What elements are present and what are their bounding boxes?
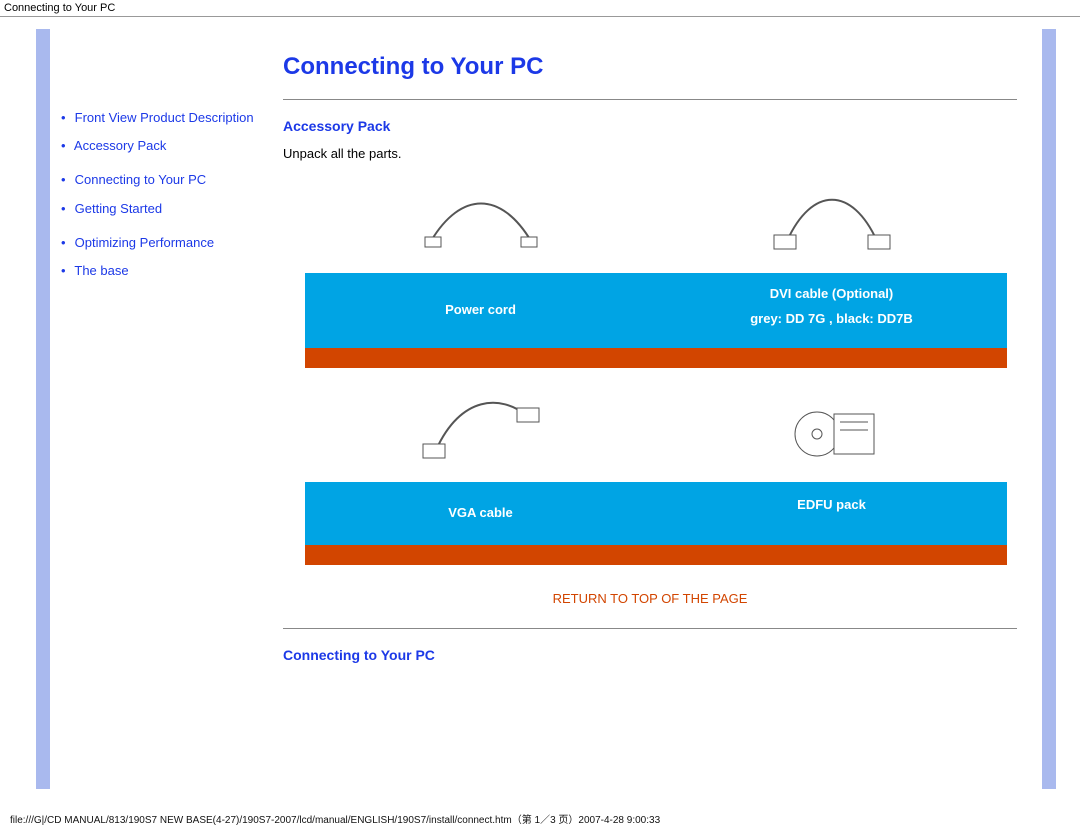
caption-dvi-line2: grey: DD 7G , black: DD7B xyxy=(666,310,997,329)
bullet-icon: • xyxy=(61,262,71,280)
caption-edfu-pack: EDFU pack xyxy=(656,482,1007,545)
orange-divider-2 xyxy=(305,545,1007,565)
rule xyxy=(283,99,1017,100)
img-power-cord xyxy=(305,179,656,267)
decor-bar-left xyxy=(36,29,50,789)
nav-getting-started[interactable]: • Getting Started xyxy=(61,200,261,218)
caption-vga-cable: VGA cable xyxy=(305,482,656,545)
grid-row-img-1 xyxy=(305,179,1007,273)
nav-base[interactable]: • The base xyxy=(61,262,261,280)
nav-label: Connecting to Your PC xyxy=(75,172,207,187)
power-cord-icon xyxy=(421,191,541,255)
return-to-top-link[interactable]: RETURN TO TOP OF THE PAGE xyxy=(553,591,748,606)
footer-file-path: file:///G|/CD MANUAL/813/190S7 NEW BASE(… xyxy=(6,809,664,828)
nav-label: Front View Product Description xyxy=(75,110,254,125)
accessory-grid: Power cord DVI cable (Optional) grey: DD… xyxy=(305,179,1007,565)
bullet-icon: • xyxy=(61,200,71,218)
nav-front-view[interactable]: • Front View Product Description xyxy=(61,109,261,127)
caption-dvi-line1: DVI cable (Optional) xyxy=(666,285,997,304)
nav-label: Accessory Pack xyxy=(74,138,166,153)
bullet-icon: • xyxy=(61,109,71,127)
vga-cable-icon xyxy=(421,400,541,464)
rule-2 xyxy=(283,628,1017,629)
grid-row-cap-2: VGA cable EDFU pack xyxy=(305,482,1007,545)
bullet-icon: • xyxy=(61,234,71,252)
nav-connecting[interactable]: • Connecting to Your PC xyxy=(61,171,261,189)
accessory-intro: Unpack all the parts. xyxy=(283,146,1017,161)
bullet-icon: • xyxy=(61,137,71,155)
grid-row-img-2 xyxy=(305,388,1007,482)
caption-dvi-cable: DVI cable (Optional) grey: DD 7G , black… xyxy=(656,273,1007,348)
page-title: Connecting to Your PC xyxy=(283,53,1017,81)
orange-divider-1 xyxy=(305,348,1007,368)
caption-power-cord: Power cord xyxy=(305,273,656,348)
dvi-cable-icon xyxy=(772,191,892,255)
nav-accessory-pack[interactable]: • Accessory Pack xyxy=(61,137,261,155)
bullet-icon: • xyxy=(61,171,71,189)
nav-label: The base xyxy=(74,263,128,278)
return-to-top: RETURN TO TOP OF THE PAGE xyxy=(283,591,1017,606)
img-dvi-cable xyxy=(656,179,1007,267)
sidebar-nav: • Front View Product Description • Acces… xyxy=(51,29,271,789)
section-heading-connecting: Connecting to Your PC xyxy=(283,647,1017,663)
nav-label: Optimizing Performance xyxy=(75,235,214,250)
nav-label: Getting Started xyxy=(75,201,162,216)
main-content: Connecting to Your PC Accessory Pack Unp… xyxy=(271,29,1041,789)
edfu-pack-icon xyxy=(772,400,892,464)
page-container: • Front View Product Description • Acces… xyxy=(36,29,1056,789)
decor-bar-right xyxy=(1042,29,1056,789)
header-file-path: Connecting to Your PC xyxy=(0,0,1080,17)
section-heading-accessory: Accessory Pack xyxy=(283,118,1017,134)
img-vga-cable xyxy=(305,388,656,476)
img-edfu-pack xyxy=(656,388,1007,476)
nav-optimizing[interactable]: • Optimizing Performance xyxy=(61,234,261,252)
grid-row-cap-1: Power cord DVI cable (Optional) grey: DD… xyxy=(305,273,1007,348)
